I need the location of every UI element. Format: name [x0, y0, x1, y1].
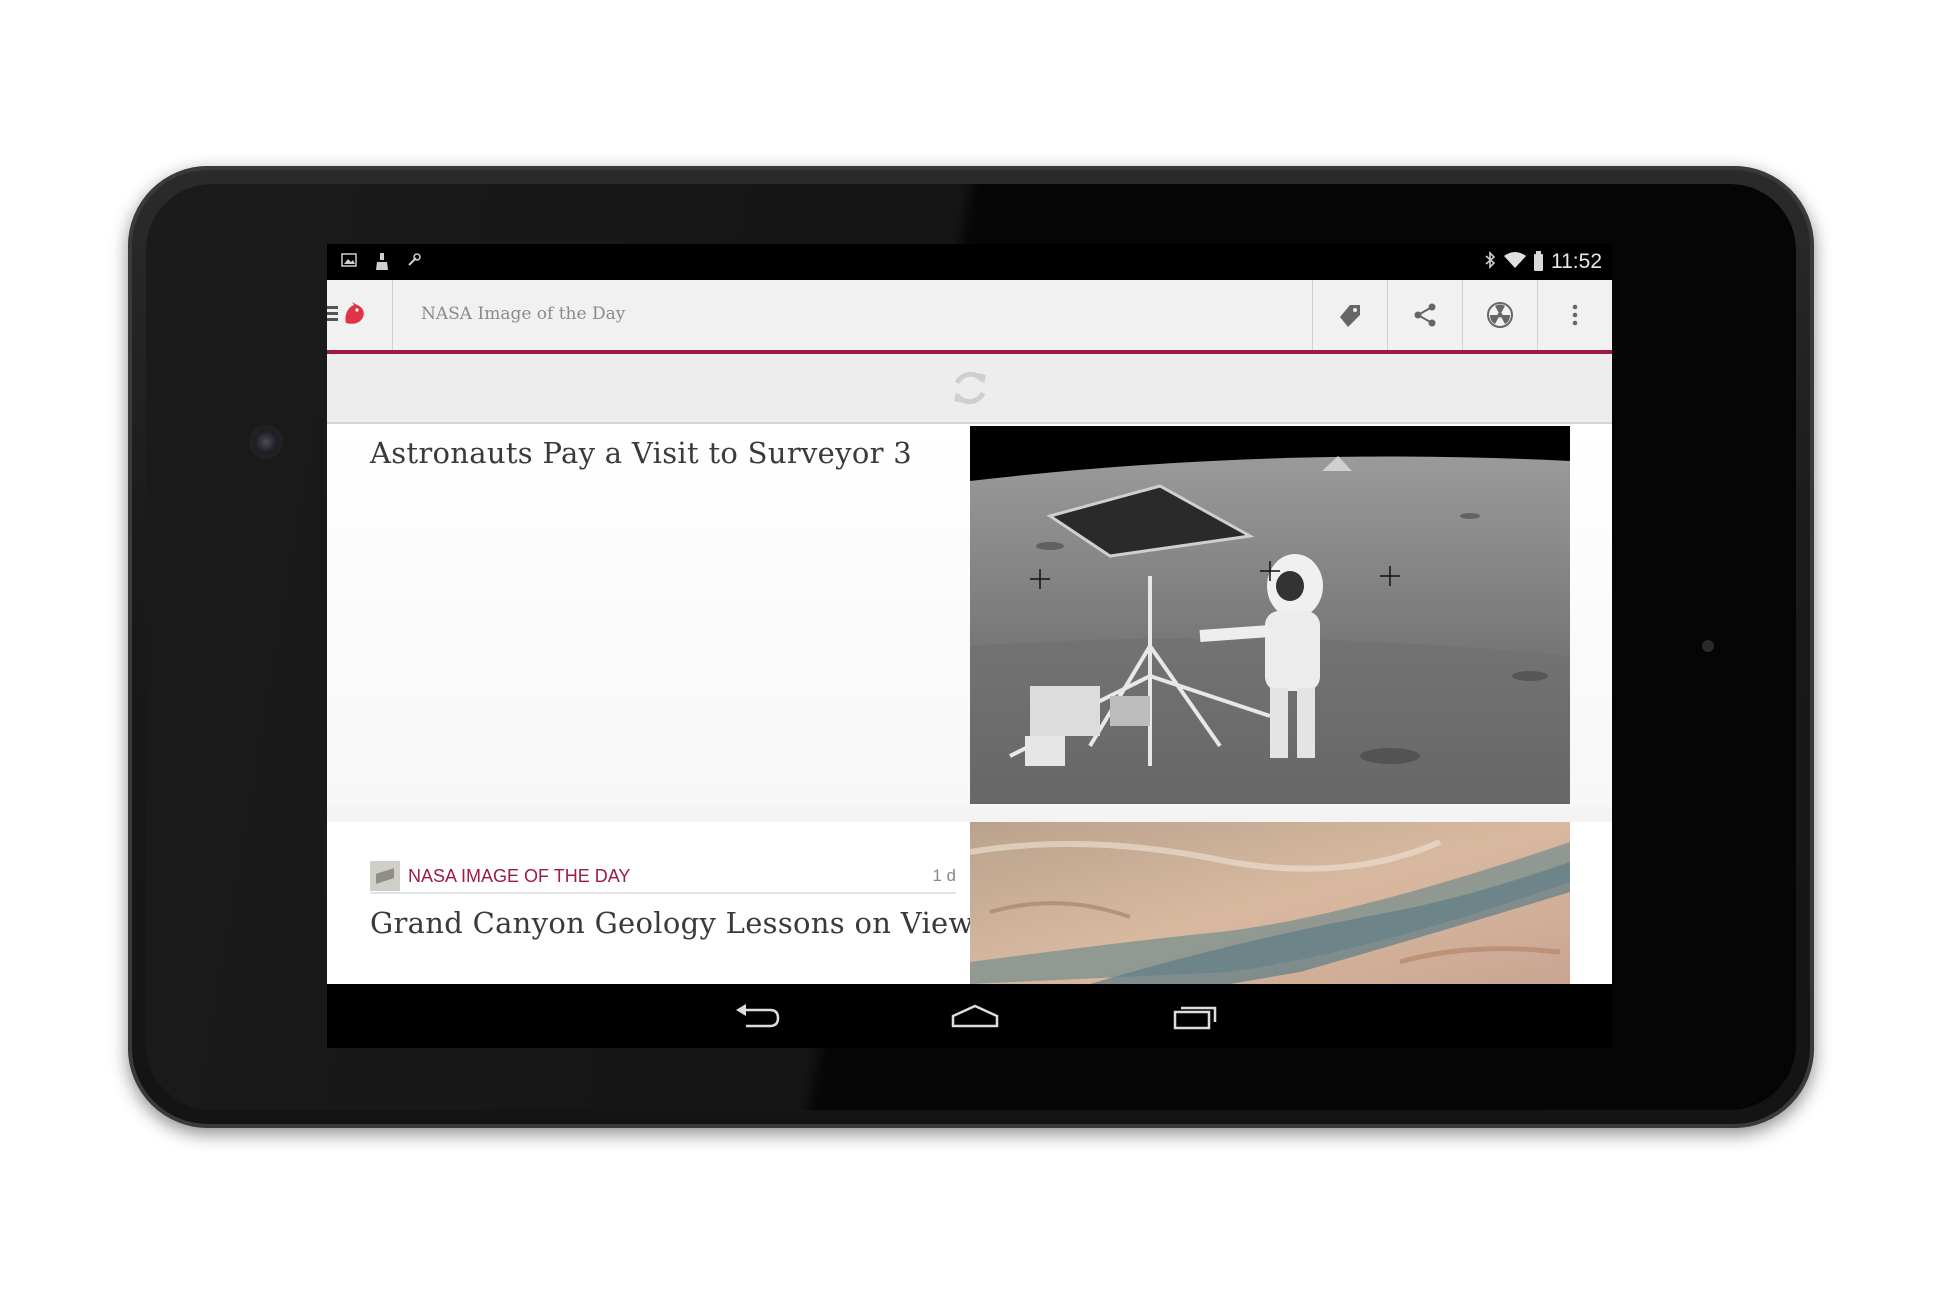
article-source: NASA IMAGE OF THE DAY [408, 865, 631, 886]
feed-title: NASA Image of the Day [421, 304, 626, 324]
notification-icons [341, 253, 421, 275]
image-notification-icon [341, 253, 357, 275]
share-icon [1414, 303, 1436, 327]
recents-icon[interactable] [1173, 1002, 1219, 1030]
article-card[interactable]: NASA IMAGE OF THE DAY 1 d Grand Canyon G… [327, 822, 1612, 984]
app-bar: NASA Image of the Day [327, 280, 1612, 354]
system-status: 11:52 [1484, 250, 1602, 274]
article-list: Astronauts Pay a Visit to Surveyor 3 NAS… [327, 424, 1612, 984]
battery-icon [1534, 250, 1543, 271]
radiation-icon [1487, 302, 1513, 328]
device-screen: 11:52 NASA Image of the Day Astronauts P… [327, 244, 1612, 1048]
radiation-button[interactable] [1462, 280, 1537, 350]
overflow-menu-button[interactable] [1537, 280, 1612, 350]
article-age: 1 d [932, 866, 956, 885]
status-bar: 11:52 [327, 244, 1612, 280]
article-title: Grand Canyon Geology Lessons on View [370, 906, 974, 940]
home-icon[interactable] [950, 1002, 1000, 1030]
light-sensor [1702, 640, 1714, 652]
refresh-bar[interactable] [327, 354, 1612, 424]
system-nav-bar [327, 984, 1612, 1048]
tool-notification-icon [407, 253, 421, 275]
hamburger-icon [327, 306, 338, 324]
article-source-row: NASA IMAGE OF THE DAY 1 d [370, 860, 956, 894]
tag-icon [1340, 305, 1360, 327]
bluetooth-icon [1484, 251, 1496, 273]
front-camera-icon [252, 428, 280, 456]
article-thumbnail [970, 426, 1570, 804]
share-button[interactable] [1387, 280, 1462, 350]
cleaner-notification-icon [375, 253, 389, 275]
article-title: Astronauts Pay a Visit to Surveyor 3 [370, 436, 913, 470]
tag-button[interactable] [1312, 280, 1387, 350]
article-thumbnail [970, 822, 1570, 984]
action-bar [1312, 280, 1612, 350]
app-logo-icon [345, 302, 364, 324]
proximity-sensor [198, 430, 224, 456]
article-card[interactable]: Astronauts Pay a Visit to Surveyor 3 [327, 424, 1612, 807]
refresh-icon [953, 371, 986, 405]
clock: 11:52 [1551, 250, 1602, 273]
source-favicon-icon [370, 861, 400, 891]
drawer-toggle[interactable] [327, 280, 393, 350]
back-icon[interactable] [734, 1002, 780, 1030]
wifi-icon [1504, 251, 1526, 273]
overflow-menu-icon [1572, 304, 1578, 326]
